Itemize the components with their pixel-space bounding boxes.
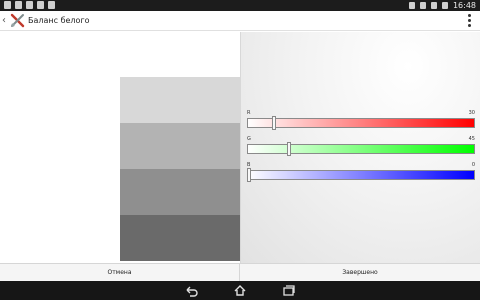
preview-panel bbox=[0, 32, 240, 263]
slider-value: 45 bbox=[468, 136, 475, 142]
system-indicators: 16:48 bbox=[408, 0, 476, 11]
page-title: Баланс белого bbox=[28, 16, 90, 25]
slider-value: 30 bbox=[468, 110, 475, 116]
mail-icon bbox=[48, 1, 55, 9]
signal-icon bbox=[430, 2, 437, 9]
action-bar: ‹ Баланс белого bbox=[0, 11, 480, 31]
clock: 16:48 bbox=[452, 1, 476, 10]
nav-recents-icon[interactable] bbox=[282, 284, 296, 297]
gray-swatch bbox=[120, 77, 240, 123]
slider-thumb[interactable] bbox=[287, 142, 291, 156]
slider-label: R bbox=[247, 110, 251, 116]
navigation-bar bbox=[0, 281, 480, 300]
done-button[interactable]: Завершено bbox=[240, 264, 480, 282]
settings-icon bbox=[4, 1, 11, 9]
slider-thumb[interactable] bbox=[272, 116, 276, 130]
download-icon bbox=[26, 1, 33, 9]
slider-track[interactable] bbox=[247, 144, 475, 154]
slider-track[interactable] bbox=[247, 118, 475, 128]
wifi-icon bbox=[419, 2, 426, 9]
overflow-menu-icon[interactable] bbox=[468, 14, 471, 27]
nav-home-icon[interactable] bbox=[233, 284, 247, 297]
slider-value: 0 bbox=[471, 162, 475, 168]
phone-icon bbox=[408, 2, 415, 9]
image-icon bbox=[37, 1, 44, 9]
button-bar: Отмена Завершено bbox=[0, 263, 480, 282]
gray-swatch bbox=[120, 215, 240, 261]
status-bar: 16:48 bbox=[0, 0, 480, 11]
nav-back-icon[interactable] bbox=[184, 284, 198, 297]
tools-icon[interactable] bbox=[10, 13, 25, 28]
slider-thumb[interactable] bbox=[247, 168, 251, 182]
gray-swatch bbox=[120, 123, 240, 169]
download-icon bbox=[15, 1, 22, 9]
chevron-left-icon[interactable]: ‹ bbox=[2, 15, 6, 26]
slider-label: G bbox=[247, 136, 251, 142]
slider-panel: R 30 G 45 B 0 bbox=[240, 32, 480, 263]
gray-swatch bbox=[120, 169, 240, 215]
notification-icons bbox=[4, 1, 55, 9]
cancel-button[interactable]: Отмена bbox=[0, 264, 240, 282]
battery-icon bbox=[441, 2, 448, 9]
slider-track[interactable] bbox=[247, 170, 475, 180]
gray-swatches bbox=[120, 77, 240, 261]
